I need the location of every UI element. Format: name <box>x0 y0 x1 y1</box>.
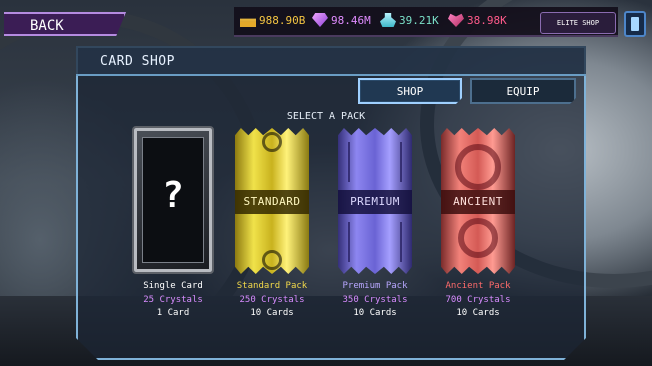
back-button[interactable]: BACK <box>4 12 126 36</box>
gem-icon <box>312 13 328 27</box>
gem-resource: 98.46M <box>312 13 371 27</box>
eye-emblem-icon <box>262 132 282 152</box>
pack-name-standard: Standard Pack <box>236 281 308 291</box>
tab-equip[interactable]: EQUIP <box>470 78 576 104</box>
vial-resource: 39.21K <box>380 13 439 27</box>
pack-price-premium: 350 Crystals <box>342 295 408 305</box>
spiral-emblem-icon <box>458 218 498 258</box>
pack-price-single: 25 Crystals <box>143 295 203 305</box>
pack-name-premium: Premium Pack <box>342 281 408 291</box>
circuit-pattern <box>348 142 402 182</box>
pack-count-single: 1 Card <box>156 308 190 318</box>
pack-band-label: STANDARD <box>235 190 309 214</box>
heart-gem-icon <box>448 13 464 27</box>
gold-resource: 988.90B <box>240 13 305 27</box>
pack-name-single: Single Card <box>143 281 203 291</box>
premium-pack[interactable]: PREMIUM <box>338 128 412 274</box>
pack-count-premium: 10 Cards <box>353 308 397 318</box>
vial-icon <box>380 13 396 27</box>
spiral-emblem-icon <box>455 144 501 190</box>
pack-count-standard: 10 Cards <box>250 308 294 318</box>
question-mark-icon: ? <box>162 175 184 216</box>
single-card-pack[interactable]: ? <box>132 126 214 274</box>
gold-value: 988.90B <box>259 13 306 27</box>
pack-name-ancient: Ancient Pack <box>445 281 511 291</box>
pack-price-ancient: 700 Crystals <box>445 295 511 305</box>
pack-price-standard: 250 Crystals <box>239 295 305 305</box>
panel-title: CARD SHOP <box>100 54 175 69</box>
phone-icon <box>631 17 639 31</box>
elite-shop-button[interactable]: ELITE SHOP <box>540 12 616 34</box>
phone-button[interactable] <box>624 11 646 37</box>
circuit-pattern <box>348 222 402 262</box>
pack-count-ancient: 10 Cards <box>456 308 500 318</box>
select-pack-label: SELECT A PACK <box>286 111 366 122</box>
tab-shop[interactable]: SHOP <box>358 78 462 104</box>
vial-value: 39.21K <box>399 13 439 27</box>
heart-gem-value: 38.98K <box>467 13 507 27</box>
eye-emblem-icon <box>262 250 282 270</box>
pack-band-label: PREMIUM <box>338 190 412 214</box>
gold-bars-icon <box>240 18 256 27</box>
gem-value: 98.46M <box>331 13 371 27</box>
pack-band-label: ANCIENT <box>441 190 515 214</box>
ancient-pack[interactable]: ANCIENT <box>441 128 515 274</box>
standard-pack[interactable]: STANDARD <box>235 128 309 274</box>
heart-gem-resource: 38.98K <box>448 13 507 27</box>
